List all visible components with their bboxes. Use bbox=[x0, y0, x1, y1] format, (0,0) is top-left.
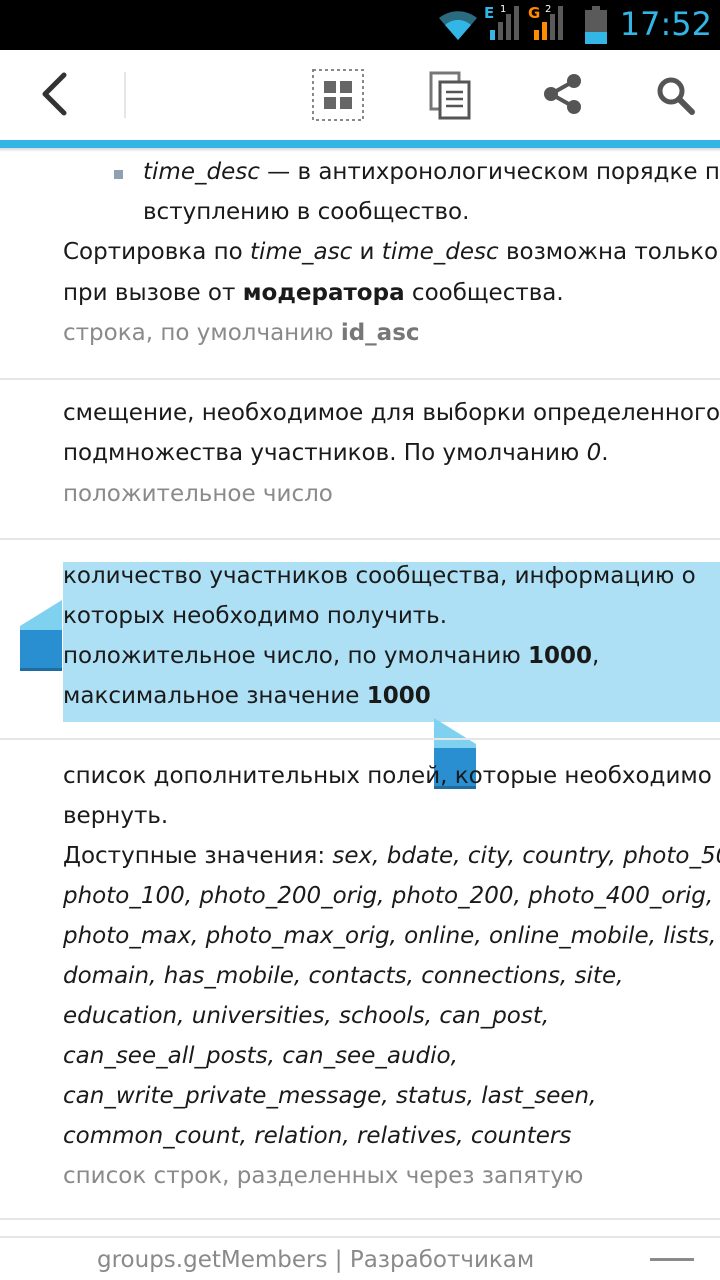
sort-note-mid: и bbox=[352, 239, 382, 265]
count-line-1[interactable]: количество участников сообщества, информ… bbox=[63, 556, 696, 596]
count-line-3[interactable]: положительное число, по умолчанию 1000, bbox=[63, 636, 599, 676]
sort-bullet-text: — в антихронологическом порядке по bbox=[259, 159, 720, 185]
list-bullet bbox=[114, 170, 123, 179]
offset-line-2: подмножества участников. По умолчанию 0. bbox=[63, 433, 609, 473]
battery-icon bbox=[585, 6, 607, 44]
count-line-4[interactable]: максимальное значение 1000 bbox=[63, 676, 431, 716]
toolbar-accent-bar bbox=[0, 140, 720, 148]
sort-type-prefix: строка, по умолчанию bbox=[63, 320, 341, 346]
offset-line-2-suffix: . bbox=[601, 440, 609, 466]
signal-sim1-icon bbox=[490, 6, 519, 40]
drawer-handle-icon[interactable] bbox=[650, 1258, 694, 1261]
sort-note-suffix: возможна только bbox=[498, 239, 719, 265]
sort-type-default: id_asc bbox=[340, 320, 420, 346]
moderator-suffix: сообщества. bbox=[404, 280, 564, 306]
row-separator bbox=[0, 1218, 720, 1220]
row-separator bbox=[0, 738, 720, 740]
fields-values-4: domain, has_mobile, contacts, connection… bbox=[63, 963, 624, 989]
offset-type-line: положительное число bbox=[63, 481, 333, 507]
fields-line-2: вернуть. bbox=[63, 803, 169, 829]
count-max-value: 1000 bbox=[366, 683, 431, 709]
fields-available-line-1: Доступные значения: sex, bdate, city, co… bbox=[63, 836, 720, 876]
fields-values-1: sex, bdate, city, country, photo_50, bbox=[332, 843, 720, 869]
sort-bullet-line-2: вступлению в сообщество. bbox=[143, 199, 470, 225]
count-line-4-prefix: максимальное значение bbox=[63, 683, 367, 709]
offset-line-2-prefix: подмножества участников. По умолчанию bbox=[63, 440, 587, 466]
selection-start-handle[interactable] bbox=[18, 596, 64, 672]
sort-term: time_desc bbox=[143, 159, 260, 185]
fields-values-5: education, universities, schools, can_po… bbox=[63, 1003, 550, 1029]
count-line-3-prefix: положительное число, по умолчанию bbox=[63, 643, 528, 669]
copy-button[interactable] bbox=[412, 50, 488, 140]
fields-values-2: photo_100, photo_200_orig, photo_200, ph… bbox=[63, 883, 714, 909]
fields-values-6: can_see_all_posts, can_see_audio, bbox=[63, 1043, 458, 1069]
page-content[interactable]: time_desc — в антихронологическом порядк… bbox=[0, 152, 720, 1236]
fields-available-prefix: Доступные значения: bbox=[63, 843, 333, 869]
fields-values-3: photo_max, photo_max_orig, online, onlin… bbox=[63, 923, 717, 949]
sort-note-line-2: при вызове от модератора сообщества. bbox=[63, 273, 564, 313]
toolbar-divider bbox=[124, 72, 126, 118]
signal-sim2-icon bbox=[534, 6, 563, 40]
search-button[interactable] bbox=[638, 50, 714, 140]
fields-line-1: список дополнительных полей, которые нео… bbox=[63, 763, 712, 789]
wifi-icon bbox=[439, 11, 477, 41]
copy-icon bbox=[429, 71, 471, 120]
toolbar bbox=[0, 50, 720, 140]
moderator-bold: модератора bbox=[242, 280, 405, 306]
offset-line-1: смещение, необходимое для выборки опреде… bbox=[63, 400, 720, 426]
row-separator bbox=[0, 378, 720, 380]
app-screen: E 1 G 2 17:52 time_desc — в антихронолог… bbox=[0, 0, 720, 1280]
fields-values-8: common_count, relation, relatives, count… bbox=[63, 1123, 572, 1149]
sort-note-line-1: Сортировка по time_asc и time_desc возмо… bbox=[63, 232, 718, 272]
back-button[interactable] bbox=[20, 50, 90, 140]
search-icon bbox=[657, 77, 695, 115]
sort-note-prefix: Сортировка по bbox=[63, 239, 251, 265]
status-bar: E 1 G 2 17:52 bbox=[0, 0, 720, 50]
count-line-3-suffix: , bbox=[592, 643, 600, 669]
row-separator bbox=[0, 538, 720, 540]
count-line-2[interactable]: которых необходимо получить. bbox=[63, 596, 447, 636]
sort-note-term-1: time_asc bbox=[250, 239, 353, 265]
moderator-prefix: при вызове от bbox=[63, 280, 243, 306]
share-button[interactable] bbox=[525, 50, 601, 140]
offset-default-value: 0 bbox=[586, 440, 602, 466]
tabs-grid-button[interactable] bbox=[300, 50, 376, 140]
count-default-value: 1000 bbox=[528, 643, 593, 669]
fields-values-7: can_write_private_message, status, last_… bbox=[63, 1083, 597, 1109]
sort-type-line: строка, по умолчанию id_asc bbox=[63, 313, 420, 353]
status-time: 17:52 bbox=[619, 5, 712, 43]
fields-type-line: список строк, разделенных через запятую bbox=[63, 1163, 584, 1189]
back-icon bbox=[42, 72, 67, 116]
sort-note-term-2: time_desc bbox=[381, 239, 499, 265]
sort-bullet-line-1: time_desc — в антихронологическом порядк… bbox=[143, 152, 720, 192]
page-title-footer[interactable]: groups.getMembers | Разработчикам bbox=[0, 1236, 720, 1280]
page-title: groups.getMembers | Разработчикам bbox=[97, 1247, 535, 1273]
grid-icon bbox=[312, 69, 364, 121]
share-icon bbox=[544, 74, 581, 114]
